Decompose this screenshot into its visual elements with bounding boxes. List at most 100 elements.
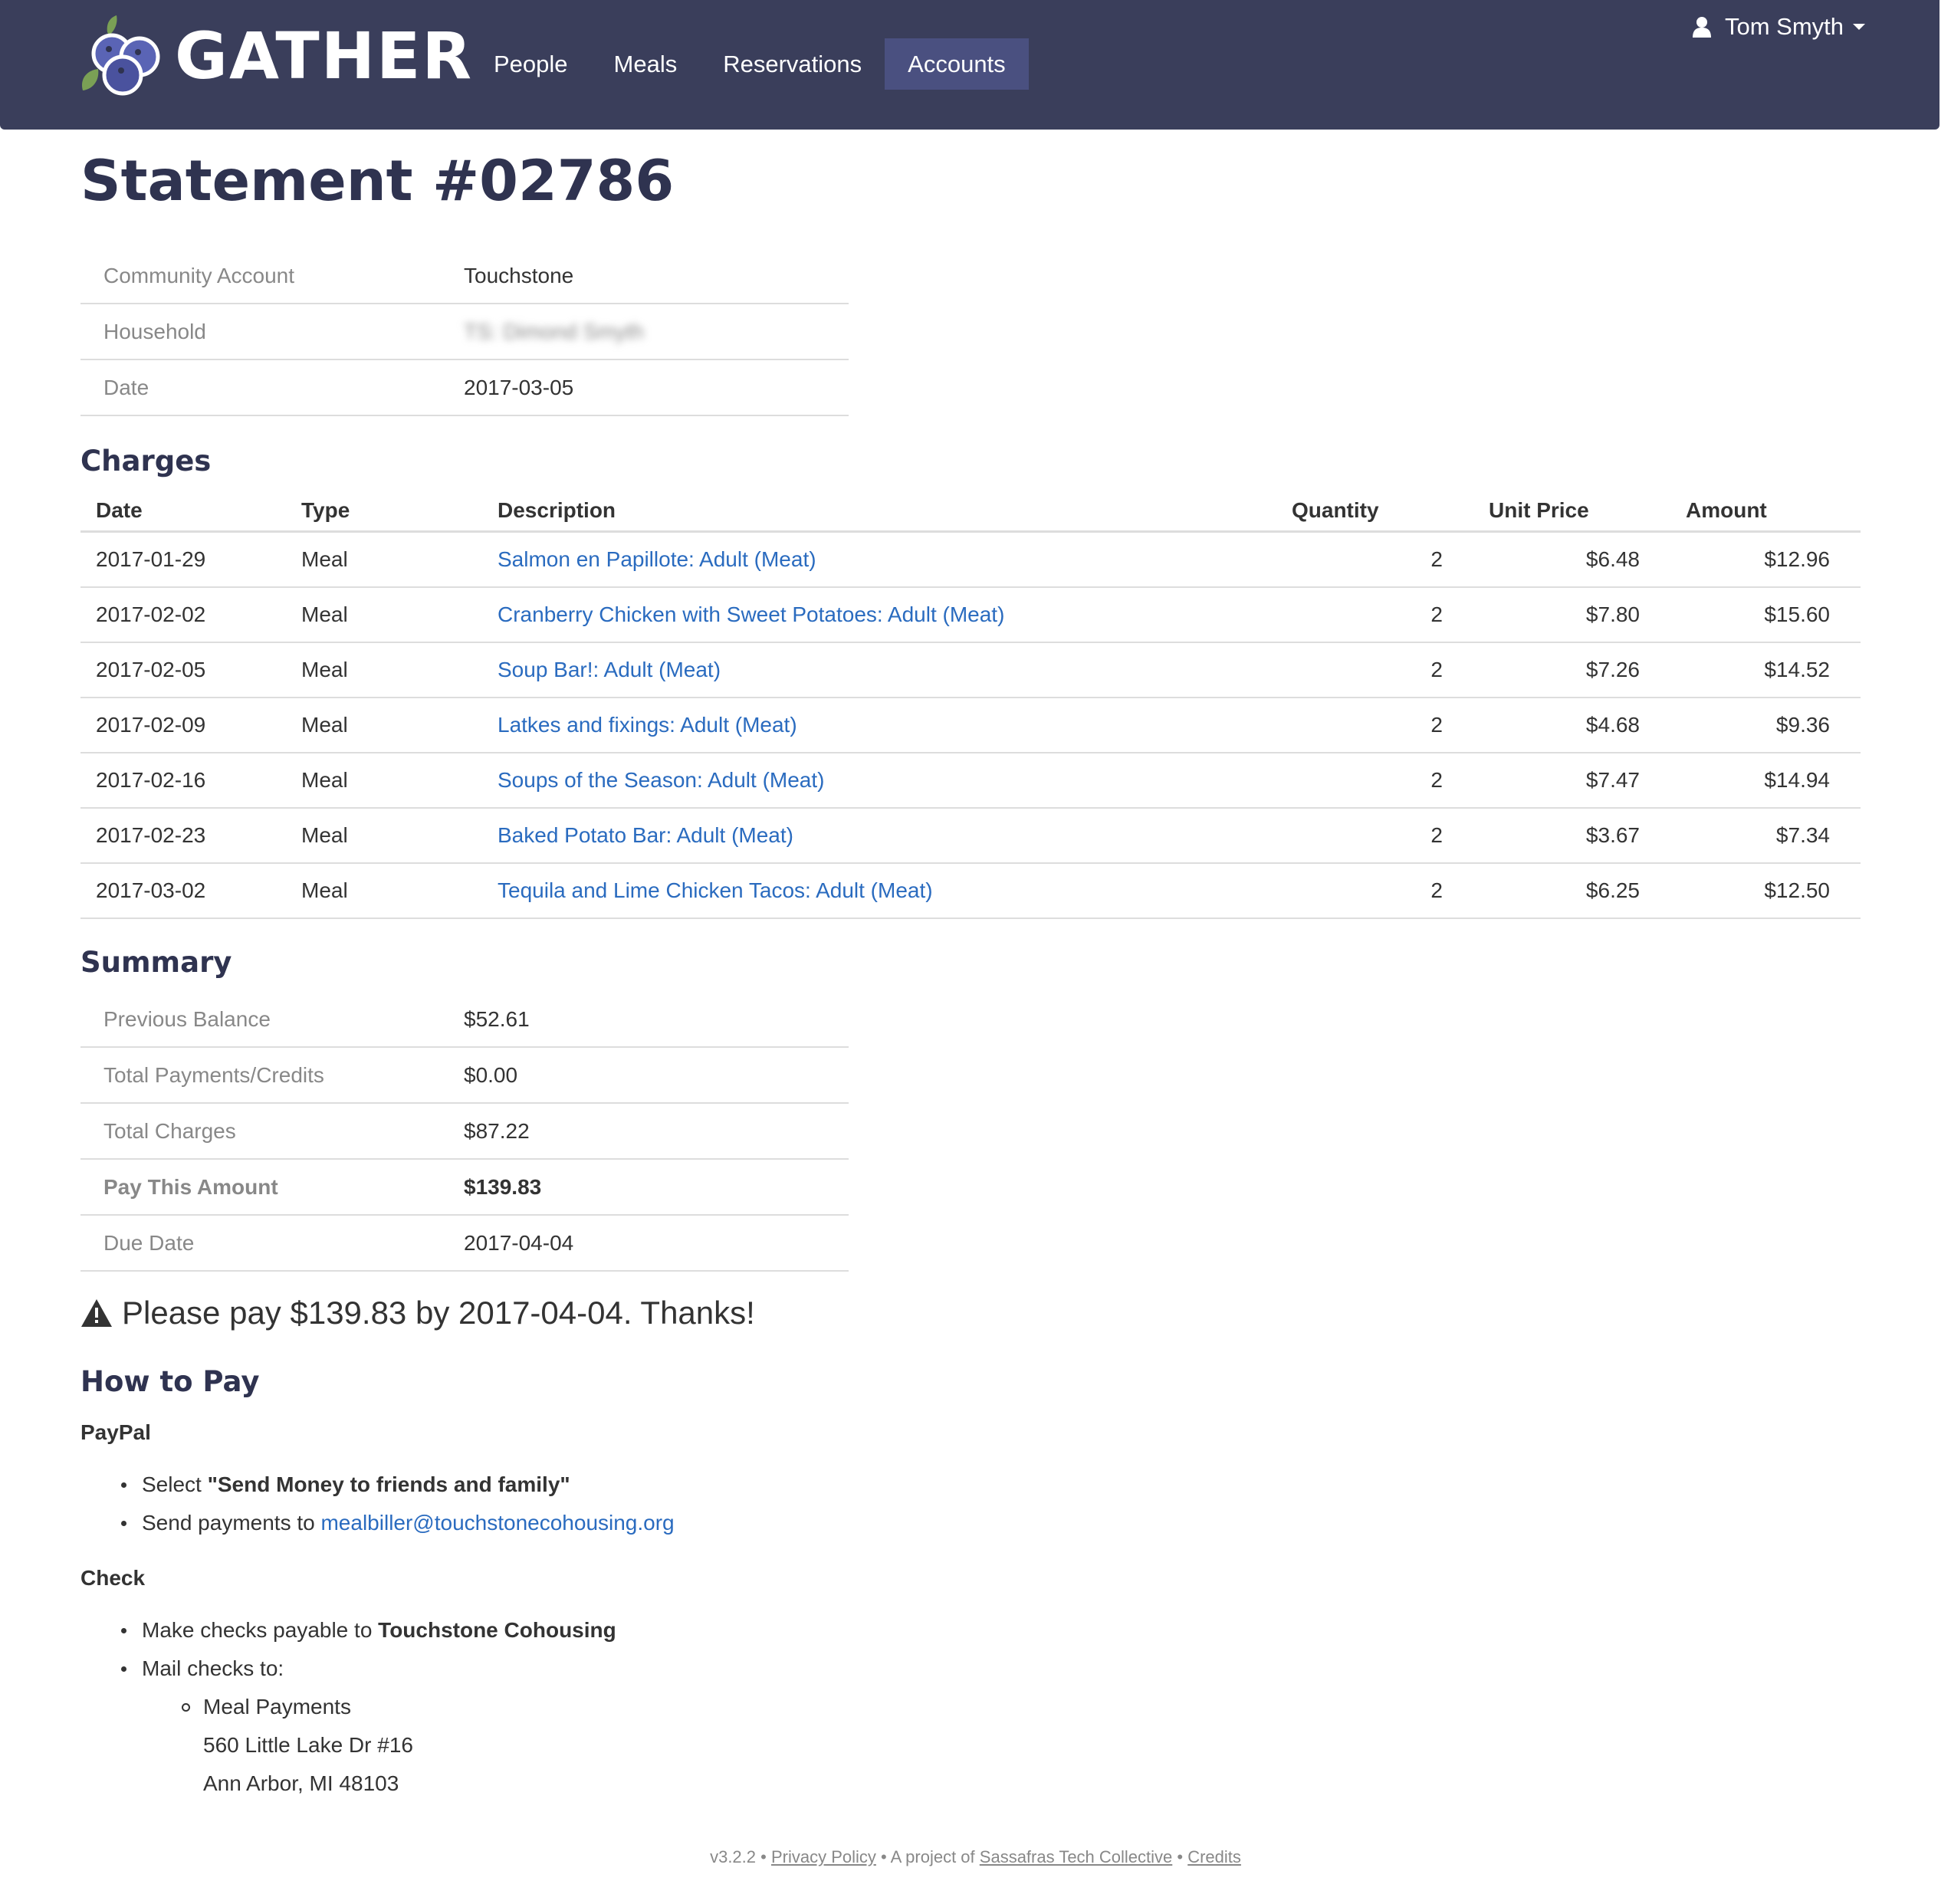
address-text: Ann Arbor, MI 48103: [203, 1771, 399, 1795]
paypal-email-link[interactable]: mealbiller@touchstonecohousing.org: [320, 1511, 674, 1535]
list-item: Mail checks to:: [121, 1650, 616, 1688]
statement-info-table: Community Account Touchstone Household T…: [80, 248, 849, 416]
bullet: [121, 1628, 126, 1633]
top-navbar: GATHER People Meals Reservations Account…: [0, 0, 1940, 130]
charges-heading: Charges: [80, 445, 212, 478]
charge-unit-price: $7.80: [1473, 587, 1670, 643]
address-text: Meal Payments: [203, 1695, 351, 1719]
mailing-address: Meal Payments 560 Little Lake Dr #16 Ann…: [182, 1688, 413, 1803]
charge-description: Baked Potato Bar: Adult (Meat): [482, 808, 1276, 864]
nav-accounts[interactable]: Accounts: [885, 38, 1029, 90]
meal-link[interactable]: Soups of the Season: Adult (Meat): [498, 768, 824, 792]
summary-value: $52.61: [441, 992, 849, 1048]
info-value: TS: Dimond Smyth: [441, 304, 849, 360]
instruction-bold: Touchstone Cohousing: [378, 1618, 616, 1642]
instruction-text: Select: [142, 1472, 208, 1496]
nav-people[interactable]: People: [471, 38, 591, 90]
charge-amount: $15.60: [1670, 587, 1861, 643]
meal-link[interactable]: Tequila and Lime Chicken Tacos: Adult (M…: [498, 878, 933, 902]
address-line: 560 Little Lake Dr #16: [203, 1726, 413, 1764]
table-row: 2017-02-02 Meal Cranberry Chicken with S…: [80, 587, 1861, 643]
summary-row: Previous Balance $52.61: [80, 992, 849, 1048]
charge-quantity: 2: [1276, 808, 1473, 864]
instruction-text: Mail checks to:: [142, 1656, 284, 1680]
meal-link[interactable]: Cranberry Chicken with Sweet Potatoes: A…: [498, 602, 1004, 626]
credits-link[interactable]: Credits: [1187, 1847, 1241, 1866]
warning-icon: [81, 1299, 112, 1327]
payment-alert: Please pay $139.83 by 2017-04-04. Thanks…: [80, 1297, 755, 1329]
household-name-blurred: TS: Dimond Smyth: [464, 319, 644, 343]
summary-row-pay-amount: Pay This Amount $139.83: [80, 1159, 849, 1216]
info-label: Date: [80, 359, 441, 416]
address-line: Ann Arbor, MI 48103: [203, 1764, 413, 1803]
page-title: Statement #02786: [80, 149, 675, 214]
charge-description: Tequila and Lime Chicken Tacos: Adult (M…: [482, 863, 1276, 919]
meal-link[interactable]: Baked Potato Bar: Adult (Meat): [498, 823, 793, 847]
meal-link[interactable]: Salmon en Papillote: Adult (Meat): [498, 547, 816, 571]
col-unit-price: Unit Price: [1473, 491, 1670, 533]
privacy-policy-link[interactable]: Privacy Policy: [771, 1847, 876, 1866]
charge-quantity: 2: [1276, 753, 1473, 809]
charge-type: Meal: [286, 863, 482, 919]
charge-type: Meal: [286, 808, 482, 864]
charge-amount: $12.96: [1670, 531, 1861, 588]
bullet: [121, 1666, 126, 1672]
sassafras-link[interactable]: Sassafras Tech Collective: [980, 1847, 1173, 1866]
charge-unit-price: $6.48: [1473, 531, 1670, 588]
caret-down-icon: [1853, 23, 1866, 30]
meal-link[interactable]: Soup Bar!: Adult (Meat): [498, 658, 721, 681]
charge-date: 2017-01-29: [80, 531, 286, 588]
main-nav: People Meals Reservations Accounts: [471, 38, 1029, 90]
info-value: Touchstone: [441, 248, 849, 304]
charge-unit-price: $7.47: [1473, 753, 1670, 809]
summary-table: Previous Balance $52.61 Total Payments/C…: [80, 992, 849, 1272]
check-heading: Check: [80, 1566, 146, 1590]
summary-heading: Summary: [80, 946, 232, 979]
charges-header-row: Date Type Description Quantity Unit Pric…: [80, 491, 1861, 533]
charge-amount: $7.34: [1670, 808, 1861, 864]
col-type: Type: [286, 491, 482, 533]
summary-row: Due Date 2017-04-04: [80, 1215, 849, 1272]
footer-separator: •: [756, 1847, 771, 1866]
charge-type: Meal: [286, 642, 482, 698]
summary-label: Total Payments/Credits: [80, 1047, 441, 1104]
bullet: [121, 1482, 126, 1488]
summary-row: Total Charges $87.22: [80, 1103, 849, 1160]
charge-amount: $12.50: [1670, 863, 1861, 919]
charge-description: Cranberry Chicken with Sweet Potatoes: A…: [482, 587, 1276, 643]
nav-meals[interactable]: Meals: [591, 38, 701, 90]
nav-reservations[interactable]: Reservations: [700, 38, 885, 90]
col-amount: Amount: [1670, 491, 1861, 533]
charge-type: Meal: [286, 531, 482, 588]
charge-quantity: 2: [1276, 863, 1473, 919]
paypal-heading: PayPal: [80, 1420, 151, 1444]
footer: v3.2.2 • Privacy Policy • A project of S…: [0, 1847, 1951, 1867]
charge-amount: $9.36: [1670, 698, 1861, 753]
address-text: 560 Little Lake Dr #16: [203, 1733, 413, 1757]
table-row: 2017-02-09 Meal Latkes and fixings: Adul…: [80, 698, 1861, 753]
summary-label: Previous Balance: [80, 992, 441, 1048]
brand-link[interactable]: GATHER: [78, 15, 473, 97]
summary-value: $87.22: [441, 1103, 849, 1160]
info-label: Household: [80, 304, 441, 360]
charge-type: Meal: [286, 587, 482, 643]
info-value: 2017-03-05: [441, 359, 849, 416]
charge-quantity: 2: [1276, 698, 1473, 753]
table-row: 2017-01-29 Meal Salmon en Papillote: Adu…: [80, 531, 1861, 588]
charge-type: Meal: [286, 753, 482, 809]
summary-row: Total Payments/Credits $0.00: [80, 1047, 849, 1104]
instruction-text: Send payments to: [142, 1511, 321, 1535]
instruction-text: Make checks payable to: [142, 1618, 379, 1642]
summary-value: $0.00: [441, 1047, 849, 1104]
user-menu-dropdown[interactable]: Tom Smyth: [1693, 9, 1866, 44]
user-name: Tom Smyth: [1725, 12, 1844, 40]
summary-label: Due Date: [80, 1215, 441, 1272]
charge-type: Meal: [286, 698, 482, 753]
list-item: Select "Send Money to friends and family…: [121, 1466, 675, 1504]
check-instructions: Make checks payable to Touchstone Cohous…: [121, 1611, 616, 1688]
list-item: Make checks payable to Touchstone Cohous…: [121, 1611, 616, 1650]
footer-separator: •: [875, 1847, 891, 1866]
table-row: 2017-02-16 Meal Soups of the Season: Adu…: [80, 753, 1861, 809]
charge-description: Soup Bar!: Adult (Meat): [482, 642, 1276, 698]
meal-link[interactable]: Latkes and fixings: Adult (Meat): [498, 713, 797, 737]
